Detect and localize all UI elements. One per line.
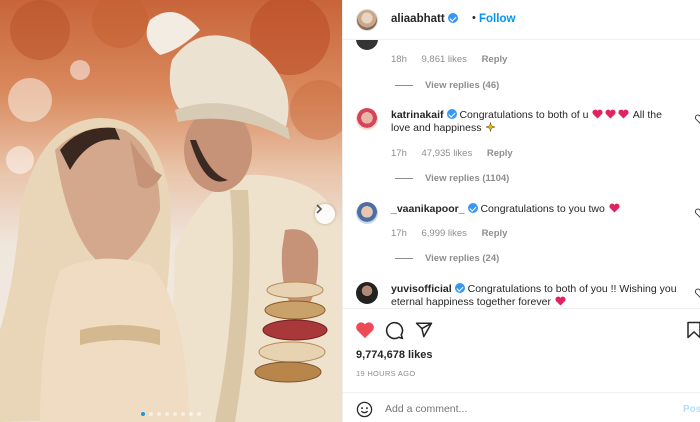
comment-time[interactable]: 17h bbox=[391, 148, 407, 159]
author-username[interactable]: aliaabhatt bbox=[391, 13, 458, 25]
add-comment-bar: Post bbox=[343, 392, 700, 422]
commenter-avatar[interactable] bbox=[356, 108, 378, 130]
carousel-dot bbox=[165, 412, 169, 416]
carousel-dot bbox=[189, 412, 193, 416]
comment-meta: 17h 6,999 likes Reply bbox=[391, 228, 519, 239]
red-heart-emoji-icon bbox=[555, 296, 566, 306]
post-photo[interactable] bbox=[0, 0, 342, 422]
smiley-icon[interactable] bbox=[356, 401, 373, 418]
comment-meta: 17h 47,935 likes Reply bbox=[391, 148, 525, 159]
comment-icon[interactable] bbox=[385, 321, 404, 340]
commenter-username[interactable]: yuvisofficial bbox=[391, 283, 452, 295]
carousel-dot bbox=[141, 412, 145, 416]
verified-badge-icon bbox=[467, 203, 478, 213]
share-icon[interactable] bbox=[415, 321, 433, 339]
carousel-next-button[interactable] bbox=[315, 204, 335, 224]
comment-meta: 18h 9,861 likes Reply bbox=[391, 54, 519, 65]
comments-list[interactable]: 18h 9,861 likes Reply View replies (46) … bbox=[343, 40, 700, 308]
red-heart-emoji-icon bbox=[618, 109, 629, 119]
author-avatar[interactable] bbox=[356, 9, 378, 31]
follow-button[interactable]: Follow bbox=[479, 13, 515, 25]
wedding-photo-illustration bbox=[0, 0, 342, 422]
carousel-dot bbox=[181, 412, 185, 416]
reply-button[interactable]: Reply bbox=[487, 148, 513, 159]
commenter-avatar[interactable] bbox=[356, 40, 378, 50]
verified-badge-icon bbox=[447, 13, 458, 23]
view-replies-button[interactable]: View replies (46) bbox=[395, 80, 499, 91]
post-timestamp[interactable]: 19 HOURS AGO bbox=[356, 369, 415, 378]
carousel-indicator bbox=[0, 412, 342, 416]
author-name[interactable]: aliaabhatt bbox=[391, 13, 445, 25]
comment-likes[interactable]: 47,935 likes bbox=[422, 148, 473, 159]
red-heart-emoji-icon bbox=[605, 109, 616, 119]
comment-body: yuvisofficial Congratulations to both of… bbox=[391, 283, 681, 308]
comment-input[interactable] bbox=[385, 403, 655, 415]
comment-likes[interactable]: 6,999 likes bbox=[422, 228, 467, 239]
comment-text: Congratulations to you two bbox=[480, 203, 605, 215]
comment-time[interactable]: 17h bbox=[391, 228, 407, 239]
commenter-username[interactable]: katrinakaif bbox=[391, 109, 444, 121]
post-side-panel: aliaabhatt • Follow 18h 9,861 likes Repl… bbox=[342, 0, 700, 422]
carousel-dot bbox=[157, 412, 161, 416]
carousel-dot bbox=[173, 412, 177, 416]
header-separator: • bbox=[472, 12, 476, 24]
post-comment-button[interactable]: Post bbox=[683, 404, 700, 415]
verified-badge-icon bbox=[446, 109, 457, 119]
heart-filled-icon[interactable] bbox=[355, 321, 375, 339]
verified-badge-icon bbox=[454, 283, 465, 293]
reply-button[interactable]: Reply bbox=[482, 54, 508, 65]
comment-like-icon[interactable] bbox=[695, 114, 700, 124]
red-heart-emoji-icon bbox=[592, 109, 603, 119]
comment-like-icon[interactable] bbox=[695, 208, 700, 218]
likes-count[interactable]: 9,774,678 likes bbox=[356, 349, 432, 361]
chevron-right-icon bbox=[316, 204, 323, 214]
comment-time[interactable]: 18h bbox=[391, 54, 407, 65]
comment-text: Congratulations to both of u bbox=[459, 109, 589, 121]
bookmark-icon[interactable] bbox=[686, 321, 700, 339]
comment-body: _vaanikapoor_ Congratulations to you two bbox=[391, 203, 681, 216]
commenter-username[interactable]: _vaanikapoor_ bbox=[391, 203, 465, 215]
sparkle-emoji-icon bbox=[485, 122, 497, 132]
comment-likes[interactable]: 9,861 likes bbox=[422, 54, 467, 65]
view-replies-button[interactable]: View replies (1104) bbox=[395, 173, 509, 184]
post-header: aliaabhatt • Follow bbox=[343, 0, 700, 40]
commenter-avatar[interactable] bbox=[356, 202, 378, 224]
carousel-dot bbox=[149, 412, 153, 416]
reply-button[interactable]: Reply bbox=[482, 228, 508, 239]
view-replies-button[interactable]: View replies (24) bbox=[395, 253, 499, 264]
post-actions bbox=[343, 308, 700, 348]
commenter-avatar[interactable] bbox=[356, 282, 378, 304]
carousel-dot bbox=[197, 412, 201, 416]
comment-like-icon[interactable] bbox=[695, 288, 700, 298]
comment-body: katrinakaif Congratulations to both of u… bbox=[391, 109, 681, 135]
red-heart-emoji-icon bbox=[609, 203, 620, 213]
